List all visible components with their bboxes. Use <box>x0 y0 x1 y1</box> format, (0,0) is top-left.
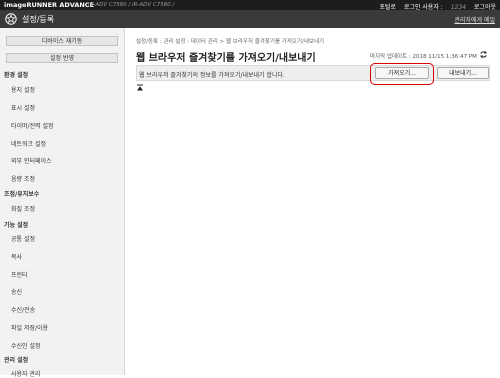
top-bar: imageRUNNER ADVANCE iR-ADV C7580 / iR-AD… <box>0 0 500 11</box>
sidebar-item-printer[interactable]: 프린터 <box>11 270 28 279</box>
sidebar-item-external-interface[interactable]: 외부 인터페이스 <box>11 156 52 165</box>
sidebar-item-volume[interactable]: 음량 조정 <box>11 174 35 183</box>
highlight-outline <box>370 63 434 85</box>
sidebar-item-display[interactable]: 표시 설정 <box>11 103 35 112</box>
apply-settings-button[interactable]: 설정 반영 <box>6 53 118 63</box>
description-text: 웹 브라우저 즐겨찾기의 정보를 가져오기/내보내기 합니다. <box>139 72 285 79</box>
sidebar-item-file-storage[interactable]: 파일 저장/이용 <box>11 323 48 332</box>
breadcrumb: 설정/등록 : 관리 설정 : 데이터 관리 > 웹 브라우저 즐겨찾기를 가져… <box>136 39 325 45</box>
sidebar-item-destination[interactable]: 수신인 설정 <box>11 341 41 350</box>
page-title: 웹 브라우저 즐겨찾기를 가져오기/내보내기 <box>136 53 316 64</box>
sidebar-section-management: 관리 설정 <box>4 357 29 364</box>
to-top-icon[interactable] <box>136 84 144 92</box>
settings-gear-icon <box>5 13 17 25</box>
sidebar-item-paper[interactable]: 용지 설정 <box>11 85 35 94</box>
sidebar: 디바이스 재기동 설정 반영 환경 설정 용지 설정 표시 설정 타이머/전력 … <box>0 28 125 378</box>
sidebar-item-send[interactable]: 송신 <box>11 287 22 296</box>
device-model: iR-ADV C7580 / iR-ADV C7580 / <box>88 1 175 8</box>
main-content: 설정/등록 : 관리 설정 : 데이터 관리 > 웹 브라우저 즐겨찾기를 가져… <box>125 28 500 375</box>
sidebar-item-copy[interactable]: 복사 <box>11 252 22 261</box>
sidebar-section-environment: 환경 설정 <box>4 72 29 79</box>
mail-to-admin-link[interactable]: 관리자에게 메일 <box>454 15 495 24</box>
sidebar-item-receive-forward[interactable]: 수신/전송 <box>11 305 35 314</box>
export-button[interactable]: 내보내기... <box>437 67 489 79</box>
sidebar-item-image-quality[interactable]: 화질 조정 <box>11 204 35 213</box>
sidebar-section-functions: 기능 설정 <box>4 222 29 229</box>
sidebar-item-timer-power[interactable]: 타이머/전력 설정 <box>11 121 54 130</box>
sidebar-section-maintenance: 조정/유지보수 <box>4 191 40 198</box>
brand-name: imageRUNNER ADVANCE <box>4 1 95 9</box>
last-update-timestamp: 마지막 업데이트 : 2018 11/15 1:36:47 PM <box>370 54 477 60</box>
sidebar-item-network[interactable]: 네트워크 설정 <box>11 139 46 148</box>
sidebar-item-user-management[interactable]: 사용자 관리 <box>11 369 41 378</box>
restart-device-button[interactable]: 디바이스 재기동 <box>6 36 118 46</box>
title-bar: 설정/등록 관리자에게 메일 <box>0 10 500 28</box>
sidebar-item-common[interactable]: 공통 설정 <box>11 234 35 243</box>
page-section-title: 설정/등록 <box>22 15 55 24</box>
refresh-icon[interactable] <box>479 50 488 59</box>
